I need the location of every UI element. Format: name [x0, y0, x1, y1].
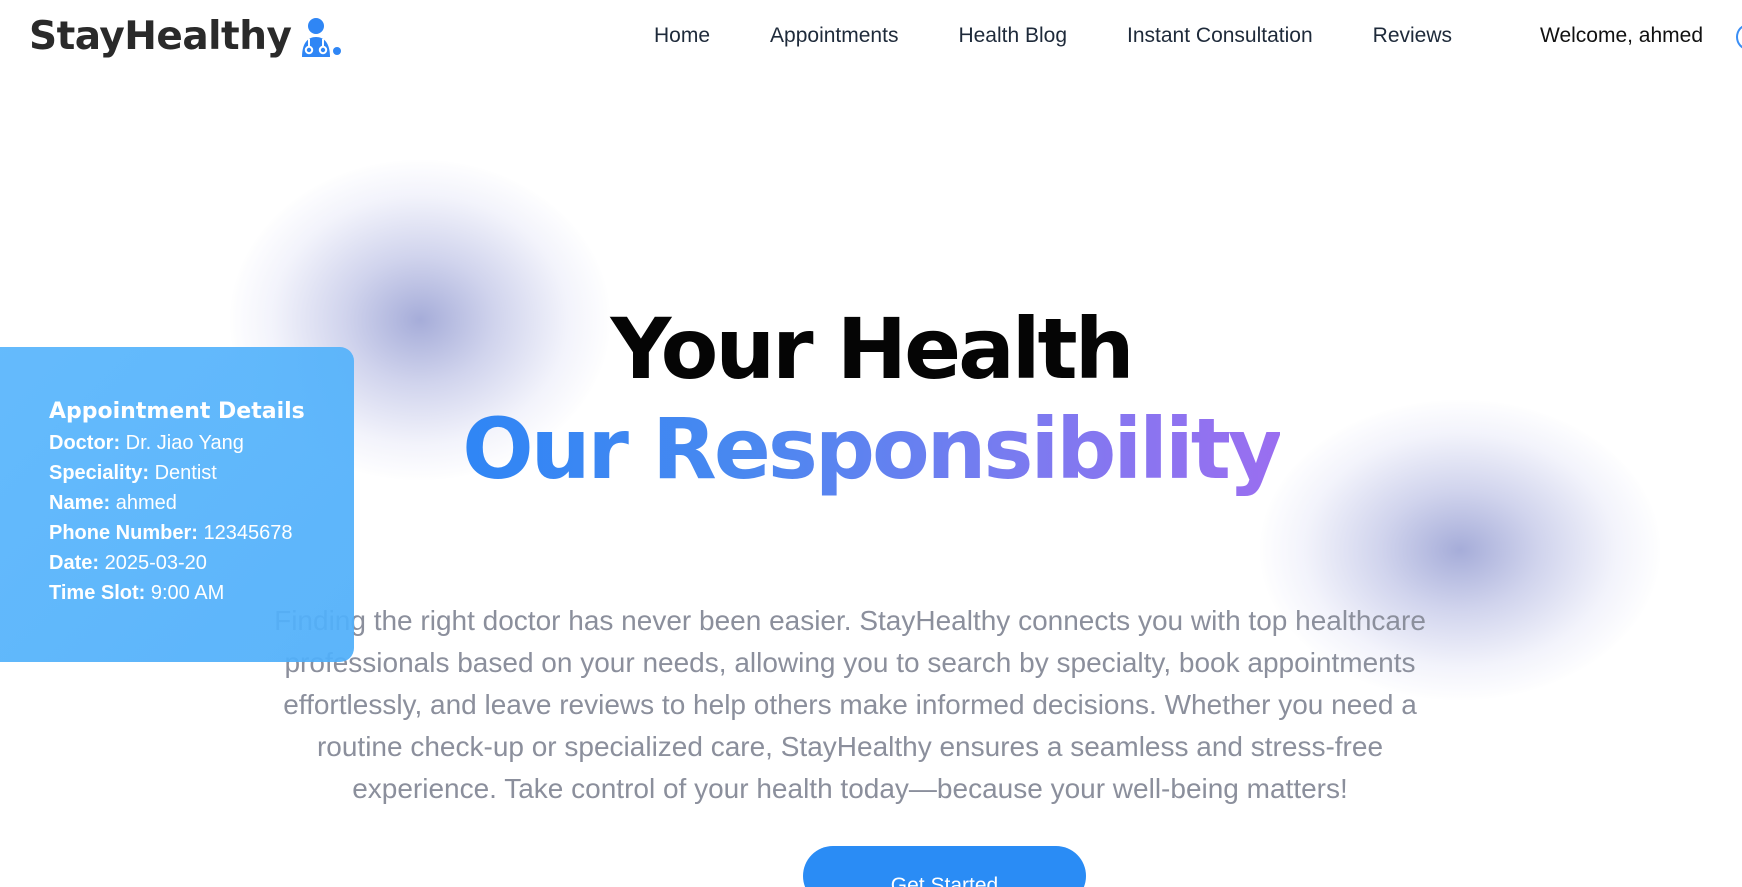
nav-link-health-blog[interactable]: Health Blog: [958, 24, 1067, 48]
appointment-phone-label: Phone Number:: [49, 522, 198, 544]
brand-logo[interactable]: StayHealthy: [29, 14, 343, 59]
appointment-speciality-value: Dentist: [154, 462, 217, 484]
nav-link-reviews[interactable]: Reviews: [1373, 24, 1452, 48]
appointment-date-label: Date:: [49, 552, 100, 574]
get-started-button[interactable]: Get Started: [803, 846, 1086, 887]
hero-title-gradient-text: Our Responsibility: [462, 400, 1282, 498]
appointment-name-label: Name:: [49, 492, 111, 514]
appointment-time-slot-row: Time Slot: 9:00 AM: [49, 578, 354, 608]
doctor-stethoscope-icon: [302, 17, 342, 57]
appointment-details-card: Appointment Details Doctor: Dr. Jiao Yan…: [0, 347, 354, 662]
appointment-doctor-value: Dr. Jiao Yang: [125, 432, 244, 454]
appointment-name-value: ahmed: [115, 492, 177, 514]
appointment-speciality-label: Speciality:: [49, 462, 150, 484]
appointment-details-title: Appointment Details: [49, 399, 305, 424]
appointment-doctor-row: Doctor: Dr. Jiao Yang: [49, 428, 354, 458]
appointment-time-slot-label: Time Slot:: [49, 582, 146, 604]
brand-name[interactable]: StayHealthy: [29, 14, 292, 59]
nav-links: Home Appointments Health Blog Instant Co…: [654, 24, 1512, 48]
appointment-doctor-label: Doctor:: [49, 432, 121, 454]
nav-link-home[interactable]: Home: [654, 24, 710, 48]
appointment-speciality-row: Speciality: Dentist: [49, 458, 354, 488]
welcome-message: Welcome, ahmed: [1540, 24, 1704, 47]
appointment-phone-row: Phone Number: 12345678: [49, 518, 354, 548]
appointment-time-slot-value: 9:00 AM: [150, 582, 225, 604]
user-menu-icon[interactable]: [1736, 24, 1742, 50]
appointment-date-row: Date: 2025-03-20: [49, 548, 354, 578]
appointment-date-value: 2025-03-20: [104, 552, 207, 574]
nav-link-instant-consultation[interactable]: Instant Consultation: [1127, 24, 1313, 48]
hero-description: Finding the right doctor has never been …: [274, 605, 1426, 804]
appointment-name-row: Name: ahmed: [49, 488, 354, 518]
appointment-phone-value: 12345678: [203, 522, 293, 544]
nav-link-appointments[interactable]: Appointments: [770, 24, 898, 48]
navbar: StayHealthy Home Appointments Health Blo…: [0, 0, 1742, 78]
